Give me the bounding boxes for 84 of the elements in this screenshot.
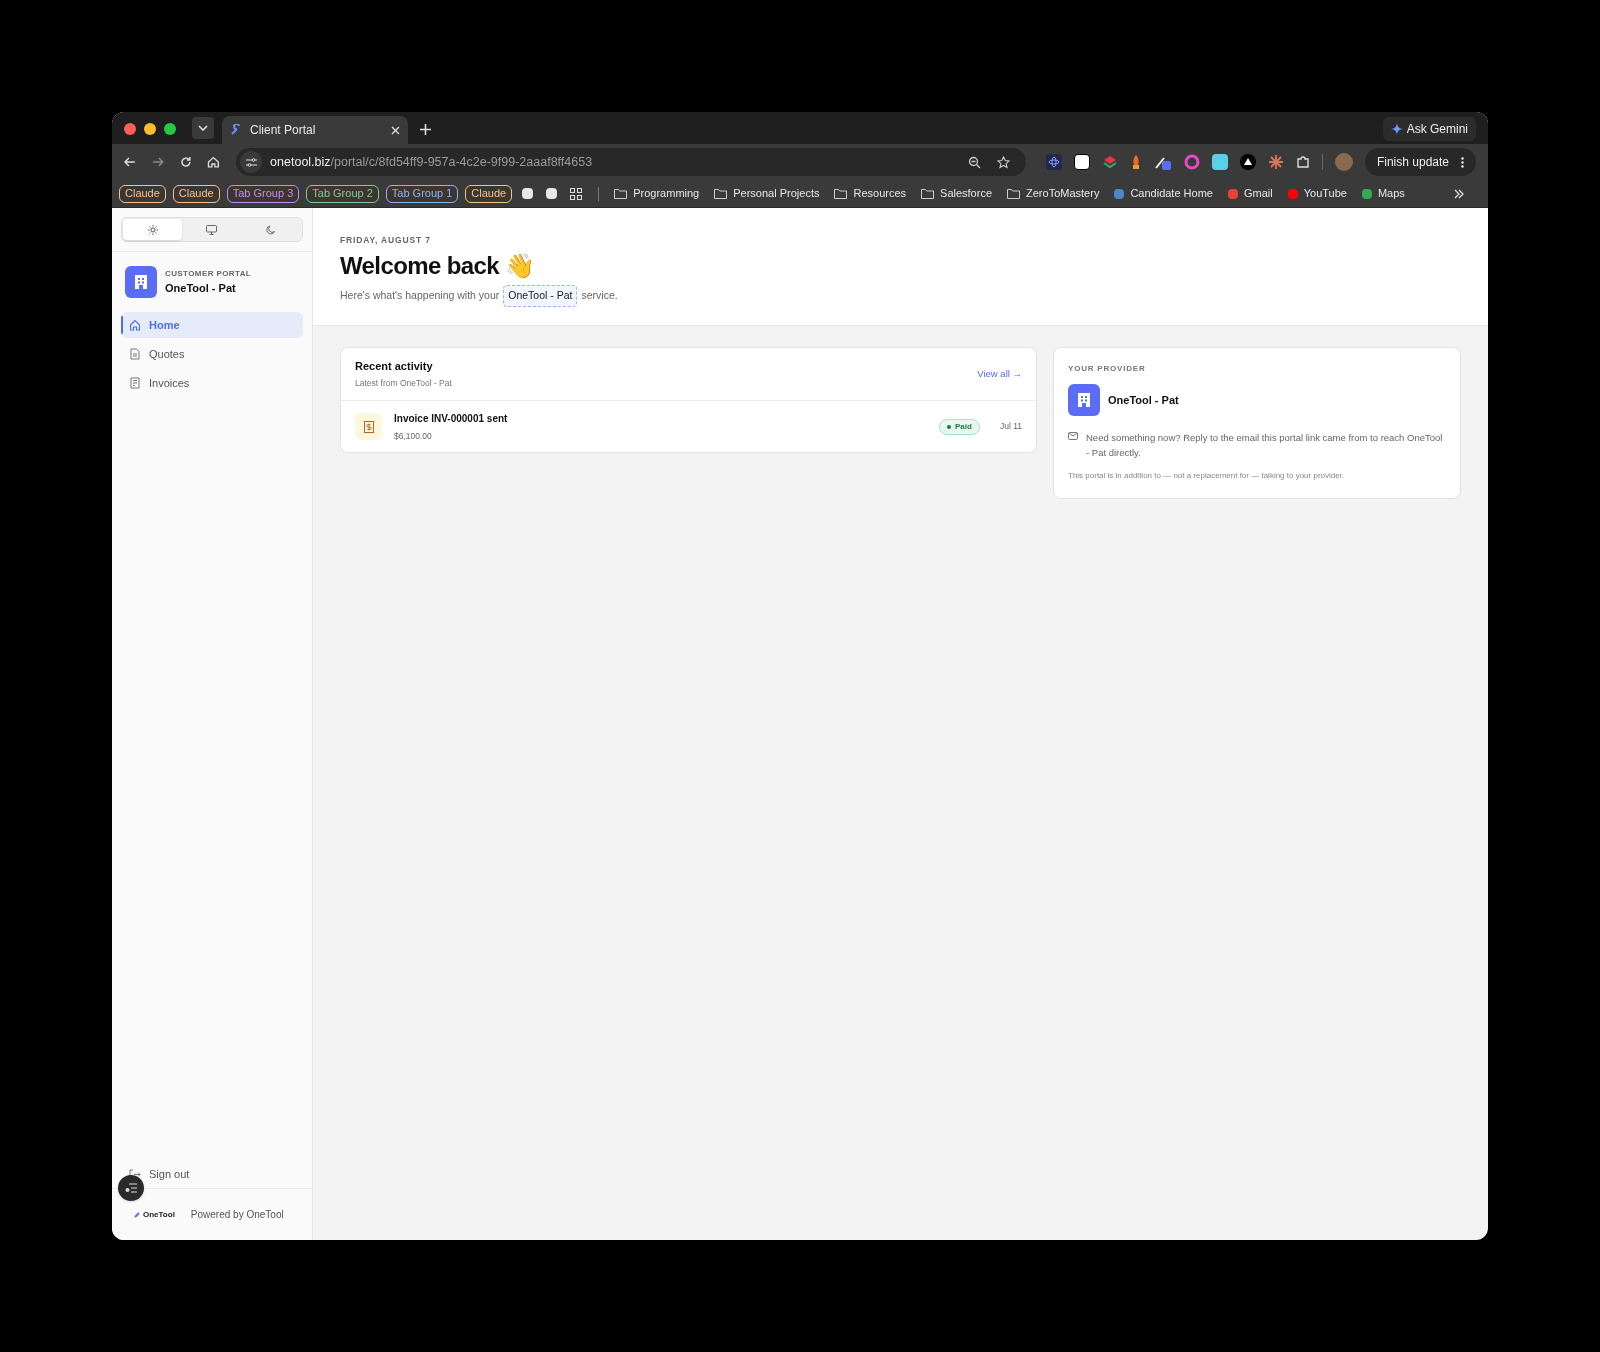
bookmark-link[interactable]: YouTube: [1303, 185, 1347, 202]
folder-icon: [714, 188, 728, 199]
activity-date: Jul 11: [999, 420, 1022, 433]
provider-name: OneTool - Pat: [165, 280, 237, 296]
page-bookmark-icon[interactable]: [546, 188, 558, 199]
more-vertical-icon: [1461, 156, 1464, 168]
browser-tab[interactable]: Client Portal: [222, 116, 408, 144]
ring-extension-icon[interactable]: [1183, 154, 1200, 170]
provider-name: OneTool - Pat: [1108, 392, 1179, 408]
tab-group-chip[interactable]: Tab Group 3: [226, 184, 300, 203]
view-all-link[interactable]: View all →: [977, 366, 1022, 382]
back-arrow-icon[interactable]: [124, 156, 136, 168]
tab-group-chip[interactable]: Tab Group 2: [306, 184, 379, 203]
folder-icon: [834, 188, 848, 199]
bookmark-link[interactable]: Gmail: [1243, 185, 1273, 202]
activity-amount: $6,100.00: [394, 429, 433, 443]
subtitle-text: Here's what's happening with your: [340, 287, 500, 303]
bookmark-folder[interactable]: Resources: [853, 185, 907, 202]
address-bar[interactable]: onetool.biz/portal/c/8fd54ff9-957a-4c2e-9f99-2aaaf8ff4653: [236, 148, 1026, 176]
zoom-out-icon[interactable]: [967, 155, 981, 169]
tab-group-chip[interactable]: Tab Group 1: [385, 184, 459, 203]
ask-gemini-button[interactable]: Ask Gemini: [1382, 117, 1476, 141]
disclaimer-text: This portal is in addition to — not a replacement for — talking to your provider.: [1068, 470, 1346, 482]
nav-item[interactable]: Invoices: [121, 370, 303, 396]
page-bookmark-icon[interactable]: [522, 188, 534, 199]
building-logo-icon: [125, 266, 157, 298]
welcome-heading: Welcome back 👋: [340, 250, 536, 281]
bookmark-folder[interactable]: ZeroToMastery: [1026, 185, 1100, 202]
layers-extension-icon[interactable]: [1101, 155, 1118, 169]
bookmark-folder[interactable]: Salesforce: [940, 185, 993, 202]
folder-icon: [1007, 188, 1021, 199]
folder-icon: [614, 188, 628, 199]
home-icon: [129, 319, 141, 331]
nav-item[interactable]: Quotes: [121, 341, 303, 367]
contact-note: Need something now? Reply to the email this portal link came from to reach OneTool - Pat directly.: [1086, 431, 1444, 460]
finish-update-button[interactable]: Finish update: [1364, 148, 1476, 176]
quotes-icon: [129, 348, 141, 360]
reload-icon[interactable]: [179, 156, 192, 168]
puzzle-piece-icon[interactable]: [1295, 155, 1310, 169]
bookmark-folder[interactable]: Personal Projects: [733, 185, 820, 202]
triangle-extension-icon[interactable]: [1239, 154, 1256, 170]
dev-tools-button[interactable]: [118, 1175, 144, 1201]
card-title: Recent activity: [355, 358, 434, 374]
apps-grid-icon[interactable]: [570, 187, 583, 200]
portal-label: CUSTOMER PORTAL: [165, 267, 252, 280]
logo-text: OneTool: [143, 1208, 175, 1221]
card-subtitle: Latest from OneTool - Pat: [355, 377, 452, 391]
site-settings-icon[interactable]: [240, 151, 263, 173]
tab-group-chip[interactable]: Claude: [119, 184, 166, 203]
folder-icon: [921, 188, 935, 199]
subtitle-text: service.: [581, 287, 618, 303]
activity-title: Invoice INV-000001 sent: [394, 411, 509, 426]
tab-group-chip[interactable]: Claude: [172, 184, 220, 203]
atom-extension-icon[interactable]: [1045, 154, 1062, 170]
tab-group-chip[interactable]: Claude: [465, 184, 513, 203]
tab-title: Client Portal: [250, 122, 317, 139]
building-logo-icon: [1068, 384, 1100, 416]
status-badge: Paid: [939, 418, 980, 435]
nav-item[interactable]: Home: [121, 312, 303, 338]
forward-arrow-icon[interactable]: [151, 156, 164, 168]
more-bookmarks-icon[interactable]: [1454, 188, 1464, 199]
provider-chip: OneTool - Pat: [503, 284, 578, 307]
home-icon[interactable]: [207, 156, 221, 168]
close-icon[interactable]: [391, 125, 400, 135]
bookmark-link[interactable]: Maps: [1377, 185, 1405, 202]
star-icon[interactable]: [996, 155, 1010, 169]
monitor-icon: [206, 224, 218, 235]
tab-search-button[interactable]: [192, 117, 214, 139]
chevron-down-icon: [198, 125, 208, 131]
section-label: YOUR PROVIDER: [1068, 363, 1147, 375]
new-tab-icon[interactable]: [420, 124, 431, 135]
moon-icon: [266, 224, 277, 235]
invoice-icon: [355, 413, 382, 440]
sun-icon: [147, 224, 158, 235]
list-icon: [125, 1183, 137, 1193]
bookmark-link[interactable]: Candidate Home: [1130, 185, 1213, 202]
invoices-icon: [129, 377, 141, 389]
sparkle-icon: [1390, 123, 1403, 135]
date-label: FRIDAY, AUGUST 7: [340, 234, 432, 247]
powered-by-text: Powered by OneTool: [190, 1208, 284, 1222]
mail-icon: [1068, 432, 1078, 440]
sunburst-extension-icon[interactable]: [1267, 154, 1284, 170]
bookmark-folder[interactable]: Programming: [633, 185, 700, 202]
url-text: onetool.biz/portal/c/8fd54ff9-957a-4c2e-9f99-2aaaf8ff4653: [270, 153, 594, 171]
